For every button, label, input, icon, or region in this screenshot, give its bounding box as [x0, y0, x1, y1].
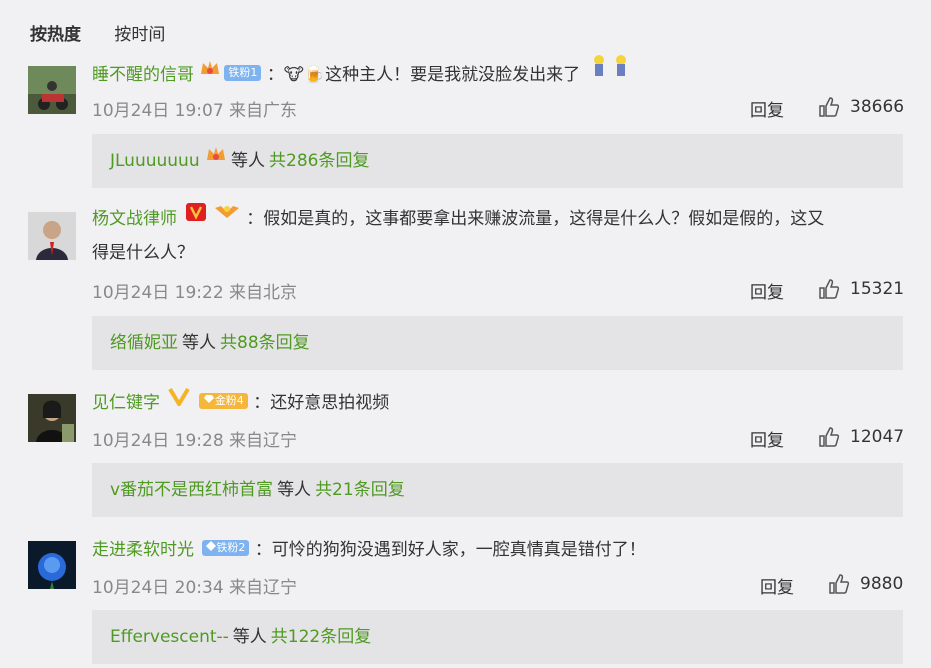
comment-text: ：🐮🍺这种主人！要是我就没脸发出来了	[266, 65, 581, 85]
reply-count[interactable]: 共88条回复	[220, 333, 310, 353]
username[interactable]: 杨文战律师	[92, 209, 177, 229]
avatar[interactable]	[28, 394, 76, 442]
reply-button[interactable]: 回复	[750, 278, 784, 303]
comment-meta: 10月24日 19:28 来自辽宁	[92, 431, 298, 451]
tab-time[interactable]: 按时间	[114, 25, 165, 45]
reply-summary[interactable]: 络循妮亚 等人 共88条回复	[92, 316, 903, 370]
reply-others: 等人	[277, 480, 312, 500]
reply-username[interactable]: Effervescent--	[110, 627, 229, 647]
reply-count[interactable]: 共21条回复	[315, 480, 405, 500]
reply-count[interactable]: 共122条回复	[271, 627, 371, 647]
avatar[interactable]	[28, 541, 76, 589]
username[interactable]: 睡不醒的信哥	[92, 65, 194, 85]
like-button[interactable]: 38666	[818, 96, 904, 118]
comment-meta: 10月24日 20:34 来自辽宁	[92, 578, 298, 598]
fan-badge: 铁粉1	[224, 65, 262, 81]
username[interactable]: 走进柔软时光	[92, 540, 194, 560]
username[interactable]: 见仁键字	[92, 393, 160, 413]
reply-button[interactable]: 回复	[760, 573, 794, 598]
thumbs-up-icon	[819, 97, 840, 117]
fan-badge: 金粉4	[198, 393, 248, 409]
avatar[interactable]	[28, 66, 76, 114]
avatar-image	[28, 541, 76, 589]
reply-count[interactable]: 共286条回复	[269, 151, 369, 171]
fan-crown-icon	[205, 132, 227, 186]
reply-summary[interactable]: JLuuuuuuu 等人 共286条回复	[92, 134, 903, 188]
diamond-icon	[203, 395, 214, 403]
sort-tabs: 按热度 按时间	[30, 20, 193, 45]
comment-text-line2: 得是什么人？	[92, 243, 194, 263]
thumbs-up-icon	[819, 427, 840, 447]
comment-text: ：假如是真的，这事都要拿出来赚波流量，这得是什么人？假如是假的，这又	[246, 209, 825, 229]
reply-summary[interactable]: v番茄不是西红柿首富 等人 共21条回复	[92, 463, 903, 517]
like-button[interactable]: 12047	[818, 426, 904, 448]
diamond-icon	[206, 541, 217, 551]
reply-others: 等人	[182, 333, 216, 353]
fan-crown-icon	[199, 56, 221, 90]
like-count: 9880	[860, 574, 904, 594]
reply-username[interactable]: v番茄不是西红柿首富	[110, 480, 273, 500]
verified-red-v-icon	[185, 200, 207, 234]
like-count: 38666	[850, 97, 905, 117]
fan-badge-icon	[213, 200, 241, 234]
comment-meta: 10月24日 19:22 来自北京	[92, 283, 298, 303]
reply-button[interactable]: 回复	[750, 426, 784, 451]
avatar[interactable]	[28, 212, 76, 260]
avatar-image	[28, 394, 76, 442]
reply-others: 等人	[232, 627, 267, 647]
thumbs-up-icon	[819, 279, 840, 299]
like-count: 12047	[850, 427, 905, 447]
avatar-image	[28, 212, 76, 260]
reply-username[interactable]: JLuuuuuuu	[110, 151, 200, 171]
comment-meta: 10月24日 19:07 来自广东	[92, 101, 298, 121]
verified-yellow-v-icon	[168, 384, 191, 418]
fan-badge-label: 铁粉2	[216, 541, 246, 554]
tab-hot[interactable]: 按热度	[30, 25, 81, 45]
fan-badge-label: 金粉4	[214, 394, 244, 407]
comment-text: ：还好意思拍视频	[253, 393, 390, 413]
like-button[interactable]: 9880	[828, 573, 903, 595]
reply-others: 等人	[231, 151, 266, 171]
like-button[interactable]: 15321	[818, 278, 904, 300]
reply-username[interactable]: 络循妮亚	[110, 333, 178, 353]
like-count: 15321	[850, 279, 905, 299]
comment-text: ：可怜的狗狗没遇到好人家，一腔真情真是错付了！	[254, 540, 646, 560]
reply-button[interactable]: 回复	[750, 96, 784, 121]
fan-badge: 铁粉2	[202, 540, 250, 556]
torch-icon	[586, 54, 630, 92]
avatar-image	[28, 66, 76, 114]
thumbs-up-icon	[829, 574, 850, 594]
reply-summary[interactable]: Effervescent-- 等人 共122条回复	[92, 610, 903, 664]
